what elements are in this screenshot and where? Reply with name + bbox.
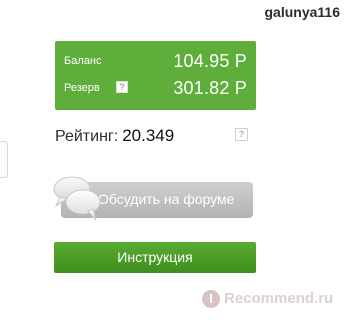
watermark-text: Recommend.ru bbox=[224, 290, 334, 307]
username[interactable]: galunya116 bbox=[265, 4, 341, 20]
speech-bubbles-icon bbox=[53, 176, 101, 221]
rating-value: 20.349 bbox=[122, 126, 175, 145]
reserve-label: Резерв bbox=[64, 82, 100, 94]
discuss-on-forum-label: Обсудить на форуме bbox=[98, 191, 235, 207]
instructions-button[interactable]: Инструкция bbox=[54, 242, 256, 273]
irecommend-logo-icon: I bbox=[202, 290, 220, 308]
balance-row: Баланс 104.95 Р bbox=[64, 50, 247, 74]
balance-value: 104.95 Р bbox=[173, 51, 247, 71]
reserve-row: Резерв ? 301.82 Р bbox=[64, 77, 247, 101]
reserve-help-icon[interactable]: ? bbox=[116, 81, 128, 93]
balance-panel: Баланс 104.95 Р Резерв ? 301.82 Р bbox=[55, 41, 256, 110]
irecommend-watermark: I Recommend.ru bbox=[202, 288, 342, 312]
rating: Рейтинг: 20.349 bbox=[55, 126, 174, 146]
balance-label: Баланс bbox=[64, 55, 102, 67]
rating-help-icon[interactable]: ? bbox=[235, 128, 248, 141]
rating-label: Рейтинг: bbox=[55, 128, 119, 145]
instructions-label: Инструкция bbox=[117, 249, 193, 265]
side-panel-tab[interactable] bbox=[0, 141, 8, 178]
reserve-value: 301.82 Р bbox=[173, 78, 247, 98]
